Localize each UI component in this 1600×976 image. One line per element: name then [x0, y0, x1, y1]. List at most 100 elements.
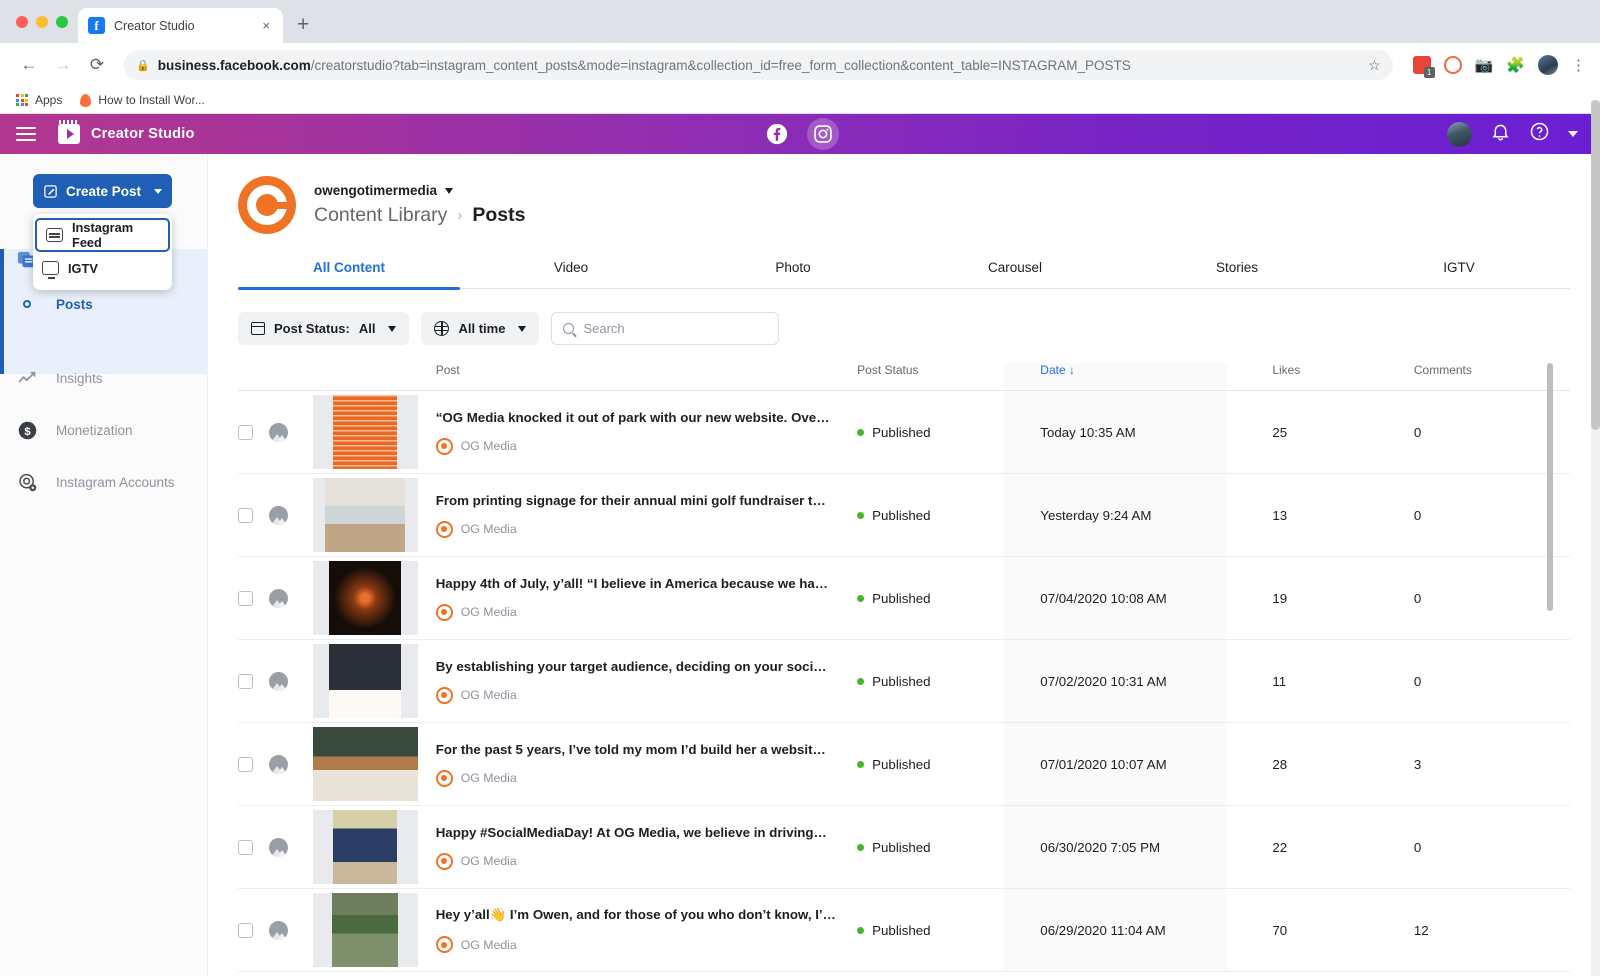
post-thumbnail[interactable]	[312, 727, 418, 801]
og-media-avatar	[435, 936, 453, 953]
column-header-post-status[interactable]: Post Status	[857, 363, 1040, 391]
table-row[interactable]: For the past 5 years, I’ve told my mom I…	[238, 722, 1570, 806]
hamburger-icon[interactable]	[16, 123, 36, 145]
row-post-cell: Happy 4th of July, y’all! “I believe in …	[435, 556, 858, 640]
bookmark-how-to-install[interactable]: How to Install Wor...	[80, 93, 205, 107]
breadcrumb-parent[interactable]: Content Library	[314, 204, 447, 227]
status-label: Published	[872, 507, 931, 523]
photo-type-icon	[269, 837, 289, 857]
tab-all-content[interactable]: All Content	[238, 260, 460, 290]
comments-count: 0	[1413, 424, 1422, 440]
sidebar-item-posts[interactable]: Posts	[0, 286, 207, 322]
post-status-filter[interactable]: Post Status: All	[238, 312, 410, 345]
instagram-platform-tab[interactable]	[807, 118, 839, 150]
screenshot-camera-icon[interactable]: 📷	[1475, 56, 1494, 74]
bookmark-apps[interactable]: Apps	[16, 93, 62, 107]
post-thumbnail[interactable]	[312, 644, 418, 718]
page-scrollbar[interactable]	[1591, 100, 1600, 976]
photo-type-icon	[269, 920, 289, 940]
adblock-extension-icon[interactable]: 1	[1412, 56, 1435, 78]
status-dot-icon	[857, 511, 865, 519]
column-header-post[interactable]: Post	[436, 363, 857, 391]
address-bar[interactable]: 🔒 business.facebook.com/creatorstudio?ta…	[124, 50, 1393, 80]
sidebar-item-label: Insights	[56, 370, 103, 386]
row-status-cell: Published	[857, 639, 1041, 723]
question-circle-icon[interactable]	[1529, 121, 1550, 147]
post-title[interactable]: For the past 5 years, I’ve told my mom I…	[436, 742, 857, 757]
tab-igtv[interactable]: IGTV	[1348, 260, 1570, 288]
post-thumbnail[interactable]	[312, 395, 418, 469]
status-dot-icon	[857, 677, 865, 685]
sidebar-item-insights[interactable]: Insights	[0, 352, 207, 404]
sidebar-item-instagram-accounts[interactable]: Instagram Accounts	[0, 456, 207, 508]
minimize-window-button[interactable]	[36, 15, 48, 28]
bookmark-star-icon[interactable]: ☆	[1368, 57, 1381, 74]
post-title[interactable]: “OG Media knocked it out of park with ou…	[436, 410, 857, 425]
chevron-down-icon	[445, 187, 454, 194]
row-checkbox[interactable]	[238, 839, 253, 855]
post-thumbnail[interactable]	[312, 893, 418, 967]
compose-icon	[44, 184, 57, 198]
date-range-filter[interactable]: All time	[421, 312, 540, 345]
table-row[interactable]: “OG Media knocked it out of park with ou…	[238, 390, 1570, 474]
create-post-button[interactable]: Create Post	[33, 174, 172, 208]
tab-video[interactable]: Video	[460, 260, 682, 288]
og-media-avatar	[435, 769, 453, 787]
hubspot-extension-icon[interactable]	[1443, 56, 1462, 74]
row-comments-cell: 0	[1413, 639, 1570, 723]
post-title[interactable]: Hey y’all👋 I’m Owen, and for those of yo…	[436, 907, 857, 923]
puzzle-extensions-icon[interactable]: 🧩	[1506, 56, 1525, 74]
bell-icon[interactable]	[1490, 121, 1511, 147]
table-row[interactable]: By establishing your target audience, de…	[238, 639, 1570, 723]
row-checkbox[interactable]	[238, 507, 253, 523]
post-title[interactable]: By establishing your target audience, de…	[436, 659, 857, 674]
column-header-likes[interactable]: Likes	[1272, 363, 1414, 391]
chrome-menu-icon[interactable]: ⋮	[1571, 58, 1586, 73]
table-scrollbar-thumb[interactable]	[1547, 363, 1553, 611]
table-row[interactable]: Hey y’all👋 I’m Owen, and for those of yo…	[238, 888, 1570, 972]
og-media-avatar	[435, 686, 453, 704]
reload-button[interactable]: ⟳	[82, 50, 112, 80]
post-title[interactable]: From printing signage for their annual m…	[436, 493, 857, 508]
tab-stories[interactable]: Stories	[1126, 260, 1348, 288]
row-checkbox[interactable]	[238, 673, 253, 689]
chevron-down-icon[interactable]	[1568, 131, 1578, 137]
posts-table-wrapper: Post Post Status Date ↓ Likes Comments “…	[238, 363, 1570, 972]
page-scrollbar-thumb[interactable]	[1591, 100, 1600, 430]
window-controls[interactable]	[12, 0, 78, 43]
chrome-profile-avatar[interactable]	[1538, 55, 1558, 75]
browser-tab[interactable]: f Creator Studio ×	[78, 8, 283, 43]
sidebar-item-monetization[interactable]: $ Monetization	[0, 404, 207, 456]
new-tab-button[interactable]: +	[297, 14, 309, 43]
tab-photo[interactable]: Photo	[682, 260, 904, 288]
close-tab-icon[interactable]: ×	[259, 18, 273, 33]
tab-carousel[interactable]: Carousel	[904, 260, 1126, 288]
creator-studio-logo[interactable]: Creator Studio	[58, 120, 195, 144]
account-switcher[interactable]: owengotimermedia	[314, 183, 525, 198]
close-window-button[interactable]	[16, 15, 28, 28]
table-row[interactable]: Happy 4th of July, y’all! “I believe in …	[238, 556, 1570, 640]
menu-item-instagram-feed[interactable]: Instagram Feed	[35, 218, 170, 252]
search-input[interactable]	[583, 321, 768, 336]
column-header-date[interactable]: Date ↓	[1040, 363, 1272, 391]
post-title[interactable]: Happy 4th of July, y’all! “I believe in …	[436, 576, 857, 591]
menu-item-igtv[interactable]: IGTV	[33, 252, 172, 284]
post-thumbnail[interactable]	[312, 810, 418, 884]
facebook-platform-tab[interactable]	[761, 118, 793, 150]
omnibox-bar: ← → ⟳ 🔒 business.facebook.com/creatorstu…	[0, 43, 1600, 87]
url-text: business.facebook.com/creatorstudio?tab=…	[158, 58, 1131, 73]
row-checkbox[interactable]	[238, 424, 253, 440]
post-thumbnail[interactable]	[312, 561, 418, 635]
maximize-window-button[interactable]	[56, 15, 68, 28]
back-button[interactable]: ←	[14, 50, 44, 80]
row-checkbox[interactable]	[238, 922, 253, 938]
post-title[interactable]: Happy #SocialMediaDay! At OG Media, we b…	[436, 825, 857, 840]
post-thumbnail[interactable]	[312, 478, 418, 552]
row-select-cell	[238, 556, 270, 640]
search-box[interactable]	[551, 312, 780, 345]
table-row[interactable]: From printing signage for their annual m…	[238, 473, 1570, 557]
row-checkbox[interactable]	[238, 590, 253, 606]
user-avatar[interactable]	[1447, 121, 1472, 147]
row-checkbox[interactable]	[238, 756, 253, 772]
table-row[interactable]: Happy #SocialMediaDay! At OG Media, we b…	[238, 805, 1570, 889]
